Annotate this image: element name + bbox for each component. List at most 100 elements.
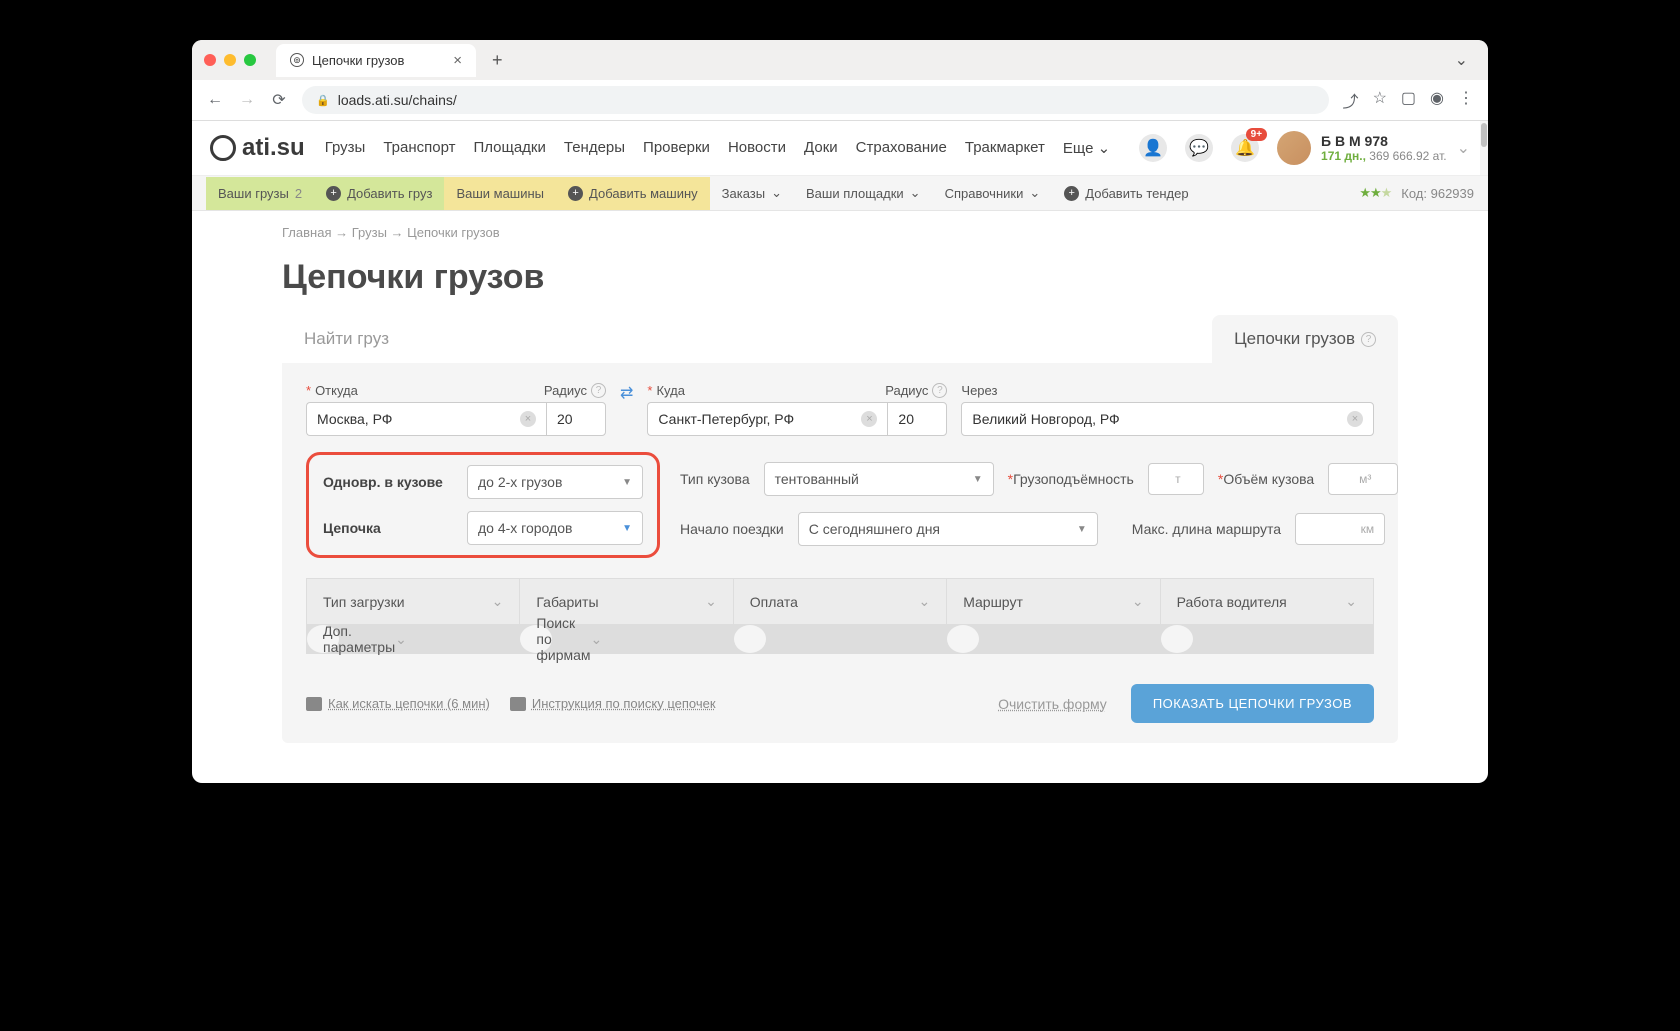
- reload-icon[interactable]: ⟳: [270, 90, 288, 110]
- filter-payment[interactable]: Оплата⌄: [734, 579, 946, 624]
- nav-docs[interactable]: Доки: [804, 139, 838, 157]
- url-field[interactable]: 🔒 loads.ati.su/chains/: [302, 86, 1329, 114]
- swap-icon[interactable]: ⇄: [620, 383, 633, 436]
- subnav-orders[interactable]: Заказы ⌄: [710, 176, 794, 210]
- chain-label: Цепочка: [323, 520, 453, 536]
- maximize-window-icon[interactable]: [244, 54, 256, 66]
- chat-icon[interactable]: 💬: [1185, 134, 1213, 162]
- filter-load-type[interactable]: Тип загрузки⌄: [307, 579, 519, 624]
- minimize-window-icon[interactable]: [224, 54, 236, 66]
- via-input[interactable]: Великий Новгород, РФ×: [961, 402, 1374, 436]
- rating-stars-icon: ★★★: [1359, 185, 1391, 201]
- sidepanel-icon[interactable]: ▢: [1401, 88, 1416, 112]
- chevron-down-icon: ⌄: [1029, 185, 1040, 201]
- chain-select[interactable]: до 4-х городов▼: [467, 511, 643, 545]
- nav-insurance[interactable]: Страхование: [856, 139, 947, 157]
- close-window-icon[interactable]: [204, 54, 216, 66]
- nav-tenders[interactable]: Тендеры: [564, 139, 625, 157]
- filter-extra[interactable]: Доп. параметры⌄: [307, 625, 339, 653]
- to-radius-input[interactable]: 20: [887, 402, 947, 436]
- scrollbar-thumb[interactable]: [1481, 123, 1487, 147]
- search-form: *ОткудаРадиус ? Москва, РФ× 20 ⇄ *КудаРа…: [282, 363, 1398, 743]
- clear-icon[interactable]: ×: [520, 411, 536, 427]
- filter-firms[interactable]: Поиск по фирмам⌄: [520, 625, 552, 653]
- subnav-your-cargo[interactable]: Ваши грузы 2: [206, 177, 314, 210]
- from-radius-input[interactable]: 20: [546, 402, 606, 436]
- capacity-input[interactable]: т: [1148, 463, 1204, 495]
- subnav-platforms[interactable]: Ваши площадки ⌄: [794, 176, 933, 210]
- filter-empty: [947, 625, 979, 653]
- form-footer: Как искать цепочки (6 мин) Инструкция по…: [306, 684, 1374, 723]
- subnav-add-truck[interactable]: +Добавить машину: [556, 177, 710, 210]
- bookmark-icon[interactable]: ☆: [1373, 88, 1387, 112]
- filter-empty: [734, 625, 766, 653]
- body-type-select[interactable]: тентованный▼: [764, 462, 994, 496]
- chevron-down-icon: ⌄: [1345, 593, 1357, 610]
- notifications-icon[interactable]: 🔔9+: [1231, 134, 1259, 162]
- help-doc-link[interactable]: Инструкция по поиску цепочек: [510, 696, 716, 711]
- subnav-refs[interactable]: Справочники ⌄: [933, 176, 1053, 210]
- tab-find-cargo[interactable]: Найти груз: [282, 315, 411, 363]
- submit-button[interactable]: ПОКАЗАТЬ ЦЕПОЧКИ ГРУЗОВ: [1131, 684, 1374, 723]
- play-icon: [306, 697, 322, 711]
- user-name: Б В М 978: [1321, 133, 1447, 149]
- new-tab-button[interactable]: +: [484, 46, 511, 75]
- logo[interactable]: ati.su: [210, 134, 305, 162]
- breadcrumb: Главная → Грузы → Цепочки грузов: [282, 225, 1398, 240]
- help-video-link[interactable]: Как искать цепочки (6 мин): [306, 696, 490, 711]
- help-icon[interactable]: ?: [591, 383, 606, 398]
- caret-icon: ▼: [973, 474, 983, 485]
- tab-chains[interactable]: Цепочки грузов ?: [1212, 315, 1398, 363]
- tab-strip: ⊚ Цепочки грузов × + ⌄: [192, 40, 1488, 80]
- clear-icon[interactable]: ×: [1347, 411, 1363, 427]
- forward-icon: →: [238, 91, 256, 109]
- nav-checks[interactable]: Проверки: [643, 139, 710, 157]
- lock-icon: 🔒: [316, 94, 330, 107]
- filter-driver-work[interactable]: Работа водителя⌄: [1161, 579, 1373, 624]
- site-header: ati.su Грузы Транспорт Площадки Тендеры …: [192, 121, 1488, 176]
- subnav-add-tender[interactable]: +Добавить тендер: [1052, 177, 1200, 210]
- tab-close-icon[interactable]: ×: [453, 52, 462, 69]
- share-icon[interactable]: ⤴: [1343, 88, 1359, 112]
- simul-select[interactable]: до 2-х грузов▼: [467, 465, 643, 499]
- caret-icon: ▼: [1077, 524, 1087, 535]
- maxlen-input[interactable]: км: [1295, 513, 1385, 545]
- scrollbar[interactable]: [1480, 121, 1488, 175]
- help-icon[interactable]: ?: [932, 383, 947, 398]
- clear-icon[interactable]: ×: [861, 411, 877, 427]
- subnav-your-trucks[interactable]: Ваши машины: [444, 177, 556, 210]
- start-select[interactable]: С сегодняшнего дня▼: [798, 512, 1098, 546]
- to-group: *КудаРадиус ? Санкт-Петербург, РФ× 20: [647, 383, 947, 436]
- subnav-add-cargo[interactable]: +Добавить груз: [314, 177, 444, 210]
- filter-empty: [1161, 625, 1193, 653]
- browser-window: ⊚ Цепочки грузов × + ⌄ ← → ⟳ 🔒 loads.ati…: [192, 40, 1488, 783]
- nav-cargo[interactable]: Грузы: [325, 139, 366, 157]
- nav-transport[interactable]: Транспорт: [383, 139, 455, 157]
- avatar: [1277, 131, 1311, 165]
- to-input[interactable]: Санкт-Петербург, РФ×: [647, 402, 887, 436]
- nav-more[interactable]: Еще ⌄: [1063, 139, 1110, 157]
- profile-icon[interactable]: 👤: [1139, 134, 1167, 162]
- from-group: *ОткудаРадиус ? Москва, РФ× 20: [306, 383, 606, 436]
- volume-input[interactable]: м³: [1328, 463, 1398, 495]
- page-tabs: Найти груз Цепочки грузов ?: [282, 315, 1398, 363]
- notification-badge: 9+: [1246, 128, 1267, 141]
- user-menu[interactable]: Б В М 978 171 дн., 369 666.92 ат. ⌄: [1277, 131, 1470, 165]
- clear-form-link[interactable]: Очистить форму: [998, 696, 1107, 712]
- filter-route[interactable]: Маршрут⌄: [947, 579, 1159, 624]
- content: Главная → Грузы → Цепочки грузов Цепочки…: [192, 211, 1488, 783]
- extension-icon[interactable]: ◉: [1430, 88, 1444, 112]
- nav-platforms[interactable]: Площадки: [473, 139, 545, 157]
- browser-tab[interactable]: ⊚ Цепочки грузов ×: [276, 44, 476, 77]
- breadcrumb-cargo[interactable]: Грузы: [352, 225, 387, 240]
- nav-news[interactable]: Новости: [728, 139, 786, 157]
- help-icon[interactable]: ?: [1361, 332, 1376, 347]
- nav-trackmarket[interactable]: Тракмаркет: [965, 139, 1045, 157]
- tab-overflow-icon[interactable]: ⌄: [1447, 46, 1476, 74]
- user-balance: 369 666.92 ат.: [1369, 149, 1446, 163]
- breadcrumb-home[interactable]: Главная: [282, 225, 331, 240]
- from-input[interactable]: Москва, РФ×: [306, 402, 546, 436]
- chevron-down-icon: ⌄: [705, 593, 717, 610]
- kebab-menu-icon[interactable]: ⋮: [1458, 88, 1474, 112]
- back-icon[interactable]: ←: [206, 91, 224, 109]
